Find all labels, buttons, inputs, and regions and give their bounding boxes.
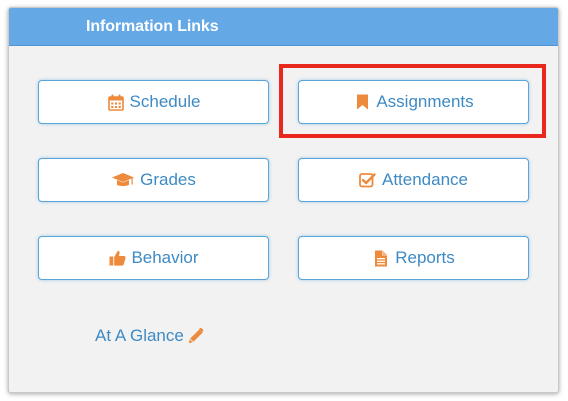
- thumbs-up-icon: [108, 249, 126, 267]
- behavior-label: Behavior: [131, 248, 199, 267]
- schedule-button[interactable]: Schedule: [38, 80, 269, 124]
- at-a-glance-link[interactable]: At A Glance: [95, 326, 204, 346]
- graduation-cap-icon: [111, 171, 135, 189]
- grades-label: Grades: [140, 170, 196, 189]
- attendance-button[interactable]: Attendance: [298, 158, 529, 202]
- document-icon: [372, 249, 390, 267]
- reports-label: Reports: [395, 248, 455, 267]
- checkbox-icon: [359, 171, 377, 189]
- assignments-label: Assignments: [376, 92, 474, 111]
- behavior-button[interactable]: Behavior: [38, 236, 269, 280]
- bookmark-icon: [353, 93, 371, 111]
- reports-button[interactable]: Reports: [298, 236, 529, 280]
- assignments-button[interactable]: Assignments: [298, 80, 529, 124]
- attendance-label: Attendance: [381, 170, 468, 189]
- at-a-glance-label: At A Glance: [95, 326, 184, 345]
- panel-header: Information Links: [9, 8, 558, 46]
- panel-title: Information Links: [86, 18, 219, 35]
- calendar-icon: [107, 93, 125, 111]
- schedule-label: Schedule: [129, 92, 201, 111]
- pencil-icon: [188, 328, 204, 344]
- grades-button[interactable]: Grades: [38, 158, 269, 202]
